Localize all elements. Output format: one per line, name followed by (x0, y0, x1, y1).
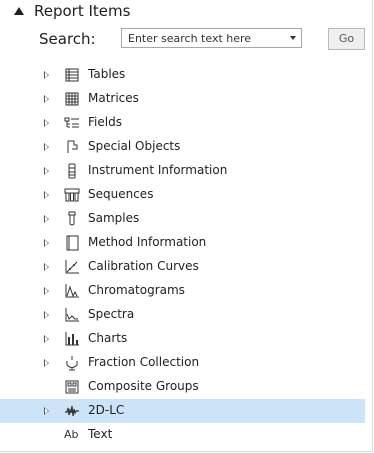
tree-item-fields[interactable]: Fields (0, 111, 365, 135)
tree-item-method-information[interactable]: Method Information (0, 231, 365, 255)
tree-item-samples[interactable]: Samples (0, 207, 365, 231)
fields-icon (64, 115, 80, 131)
tree-item-label: Chromatograms (88, 283, 185, 297)
tree-item-chromatograms[interactable]: Chromatograms (0, 279, 365, 303)
search-combobox[interactable] (121, 28, 302, 48)
tree-item-special-objects[interactable]: Special Objects (0, 135, 365, 159)
expand-arrow-icon[interactable] (44, 263, 49, 271)
special-objects-icon (64, 139, 80, 155)
expand-arrow-icon[interactable] (44, 239, 49, 247)
2d-lc-icon (64, 403, 80, 419)
tree-item-charts[interactable]: Charts (0, 327, 365, 351)
tree-item-label: Text (88, 427, 113, 441)
expand-arrow-icon[interactable] (44, 167, 49, 175)
tree-item-label: Special Objects (88, 139, 181, 153)
dropdown-arrow-icon[interactable] (290, 36, 296, 40)
tree-item-label: Samples (88, 211, 140, 225)
expand-arrow-icon[interactable] (44, 359, 49, 367)
panel-title: Report Items (34, 2, 131, 20)
tree-item-label: Tables (88, 67, 126, 81)
expand-arrow-icon[interactable] (44, 143, 49, 151)
chromatogram-icon (64, 283, 80, 299)
tree-item-calibration-curves[interactable]: Calibration Curves (0, 255, 365, 279)
search-label: Search: (39, 30, 96, 48)
sample-vial-icon (64, 211, 80, 227)
expand-arrow-icon[interactable] (44, 191, 49, 199)
expand-arrow-icon[interactable] (44, 95, 49, 103)
tree-item-label: Instrument Information (88, 163, 228, 177)
spectra-icon (64, 307, 80, 323)
tree-item-composite-groups[interactable]: Composite Groups (0, 375, 365, 399)
matrix-icon (64, 91, 80, 107)
tree-item-matrices[interactable]: Matrices (0, 87, 365, 111)
expand-arrow-icon[interactable] (44, 119, 49, 127)
tree-item-spectra[interactable]: Spectra (0, 303, 365, 327)
composite-group-icon (64, 379, 80, 395)
tree-item-2d-lc[interactable]: 2D-LC (0, 399, 365, 423)
go-button[interactable]: Go (328, 28, 365, 50)
text-icon: Ab (64, 428, 79, 441)
tree-item-label: Matrices (88, 91, 139, 105)
tree-item-label: Spectra (88, 307, 135, 321)
tree-item-text[interactable]: Ab Text (0, 423, 365, 447)
fraction-collection-icon (64, 355, 80, 371)
expand-arrow-icon[interactable] (44, 71, 49, 79)
instrument-icon (64, 163, 80, 179)
calibration-curve-icon (64, 259, 80, 275)
tree-item-label: Charts (88, 331, 128, 345)
search-input[interactable] (122, 29, 282, 47)
tree-item-label: Calibration Curves (88, 259, 199, 273)
tree-item-label: Fraction Collection (88, 355, 200, 369)
table-icon (64, 67, 80, 83)
expand-arrow-icon[interactable] (44, 287, 49, 295)
method-book-icon (64, 235, 80, 251)
panel-header[interactable]: Report Items (0, 0, 374, 24)
expand-arrow-icon[interactable] (44, 407, 49, 415)
tree-item-label: 2D-LC (88, 403, 125, 417)
tree-item-label: Fields (88, 115, 122, 129)
tree-item-tables[interactable]: Tables (0, 63, 365, 87)
bar-chart-icon (64, 331, 80, 347)
tree-item-label: Composite Groups (88, 379, 199, 393)
expand-arrow-icon[interactable] (44, 335, 49, 343)
tree-item-fraction-collection[interactable]: Fraction Collection (0, 351, 365, 375)
search-row: Search: Go (0, 28, 374, 52)
tree-item-label: Method Information (88, 235, 207, 249)
expand-arrow-icon[interactable] (44, 311, 49, 319)
sequences-icon (64, 187, 80, 203)
expand-arrow-icon[interactable] (44, 215, 49, 223)
tree-item-instrument-information[interactable]: Instrument Information (0, 159, 365, 183)
tree-item-sequences[interactable]: Sequences (0, 183, 365, 207)
tree-item-label: Sequences (88, 187, 154, 201)
collapse-triangle-icon[interactable] (14, 7, 24, 15)
